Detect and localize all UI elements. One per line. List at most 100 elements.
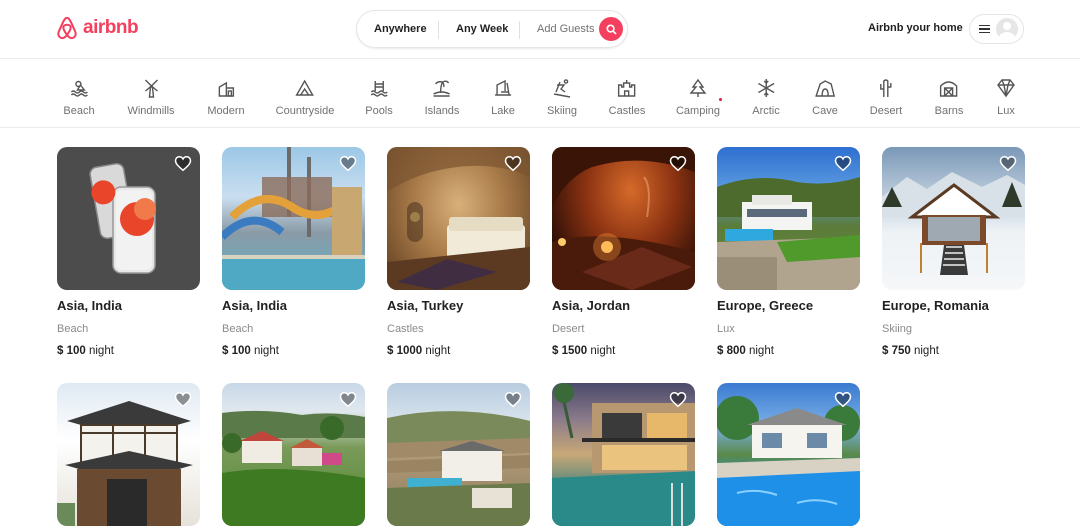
heart-icon[interactable] — [339, 391, 357, 408]
pool-icon — [370, 81, 388, 97]
category-islands[interactable]: Islands — [424, 78, 460, 117]
listing-category: Skiing — [882, 323, 912, 335]
cave-icon — [815, 80, 835, 97]
category-castles[interactable]: Castles — [608, 78, 646, 117]
airbnb-your-home-link[interactable]: Airbnb your home — [868, 22, 963, 34]
heart-icon[interactable] — [669, 155, 687, 172]
listing-card[interactable]: Europe, Romania Skiing $ 750 night — [882, 147, 1025, 357]
heart-icon[interactable] — [669, 391, 687, 408]
listing-card[interactable] — [222, 383, 365, 526]
header: airbnb Anywhere Any Week Add Guests Airb… — [0, 0, 1080, 59]
category-bar: Beach Windmills Modern Countryside Pools… — [0, 60, 1080, 128]
price-amount: $ 750 — [882, 345, 911, 357]
heart-icon[interactable] — [339, 155, 357, 172]
listing-card[interactable] — [57, 383, 200, 526]
listing-card[interactable]: Asia, India Beach $ 100 night — [222, 147, 365, 357]
category-lux[interactable]: Lux — [996, 78, 1016, 117]
category-countryside[interactable]: Countryside — [276, 78, 334, 117]
category-label: Cave — [812, 105, 838, 117]
listing-photo[interactable] — [552, 147, 695, 290]
tree-icon — [689, 78, 707, 97]
category-lake[interactable]: Lake — [491, 78, 515, 117]
price-unit: night — [748, 345, 774, 357]
listing-photo[interactable] — [552, 383, 695, 526]
add-guests-button[interactable]: Add Guests — [537, 23, 594, 35]
category-label: Camping — [675, 105, 721, 117]
listing-card[interactable]: Europe, Greece Lux $ 800 night — [717, 147, 860, 357]
airbnb-logo-icon — [57, 16, 77, 40]
listing-photo[interactable] — [222, 383, 365, 526]
listing-photo[interactable] — [387, 147, 530, 290]
category-label: Islands — [424, 105, 460, 117]
category-label: Beach — [63, 105, 95, 117]
airbnb-logo[interactable]: airbnb — [56, 16, 139, 40]
listing-price: $ 1000 night — [387, 345, 450, 357]
listing-location: Europe, Romania — [882, 298, 989, 313]
category-label: Castles — [608, 105, 646, 117]
listing-location: Asia, India — [222, 298, 288, 313]
price-unit: night — [913, 345, 939, 357]
listing-price: $ 100 night — [57, 345, 114, 357]
search-button[interactable] — [599, 17, 623, 41]
search-bar[interactable]: Anywhere Any Week Add Guests — [356, 10, 628, 48]
anywhere-button[interactable]: Anywhere — [374, 23, 427, 35]
listing-price: $ 750 night — [882, 345, 939, 357]
island-icon — [433, 80, 451, 97]
listing-category: Castles — [387, 323, 424, 335]
heart-icon[interactable] — [504, 391, 522, 408]
category-desert[interactable]: Desert — [870, 78, 902, 117]
modern-house-icon — [218, 81, 234, 97]
listing-photo[interactable] — [717, 383, 860, 526]
listing-card[interactable]: Asia, Jordan Desert $ 1500 night — [552, 147, 695, 357]
listing-photo[interactable] — [57, 383, 200, 526]
price-amount: $ 100 — [222, 345, 251, 357]
listing-photo[interactable] — [717, 147, 860, 290]
listing-photo[interactable] — [387, 383, 530, 526]
category-camping[interactable]: Camping — [675, 78, 723, 117]
heart-icon[interactable] — [174, 155, 192, 172]
category-pools[interactable]: Pools — [365, 78, 393, 117]
listing-card[interactable]: Asia, Turkey Castles $ 1000 night — [387, 147, 530, 357]
category-label: Windmills — [127, 105, 175, 117]
any-week-button[interactable]: Any Week — [456, 23, 508, 35]
heart-icon[interactable] — [504, 155, 522, 172]
heart-icon[interactable] — [834, 155, 852, 172]
listing-location: Asia, India — [57, 298, 123, 313]
beach-icon — [70, 80, 88, 97]
category-label: Skiing — [547, 105, 577, 117]
search-divider — [519, 21, 520, 39]
price-unit: night — [425, 345, 451, 357]
windmill-icon — [144, 79, 158, 98]
heart-icon[interactable] — [174, 391, 192, 408]
category-arctic[interactable]: Arctic — [752, 78, 780, 117]
listing-price: $ 100 night — [222, 345, 279, 357]
heart-icon[interactable] — [834, 391, 852, 408]
category-cave[interactable]: Cave — [812, 78, 838, 117]
listing-card[interactable]: Asia, India Beach $ 100 night — [57, 147, 200, 357]
listing-photo[interactable] — [57, 147, 200, 290]
listing-location: Asia, Jordan — [552, 298, 631, 313]
category-label: Arctic — [752, 105, 780, 117]
price-amount: $ 1500 — [552, 345, 588, 357]
price-unit: night — [253, 345, 279, 357]
price-amount: $ 800 — [717, 345, 746, 357]
listing-card[interactable] — [552, 383, 695, 526]
skiing-icon — [553, 79, 571, 98]
category-beach[interactable]: Beach — [63, 78, 95, 117]
category-barns[interactable]: Barns — [934, 78, 964, 117]
listing-photo[interactable] — [882, 147, 1025, 290]
listing-card[interactable] — [717, 383, 860, 526]
category-skiing[interactable]: Skiing — [547, 78, 577, 117]
user-menu-button[interactable] — [969, 14, 1024, 44]
price-amount: $ 100 — [57, 345, 86, 357]
search-icon — [605, 23, 617, 35]
notification-dot — [719, 98, 723, 101]
category-label: Desert — [869, 105, 903, 117]
listing-card[interactable] — [387, 383, 530, 526]
category-label: Modern — [207, 105, 245, 117]
heart-icon[interactable] — [999, 155, 1017, 172]
listing-photo[interactable] — [222, 147, 365, 290]
category-label: Barns — [934, 105, 964, 117]
category-windmills[interactable]: Windmills — [127, 78, 175, 117]
category-modern[interactable]: Modern — [207, 78, 245, 117]
